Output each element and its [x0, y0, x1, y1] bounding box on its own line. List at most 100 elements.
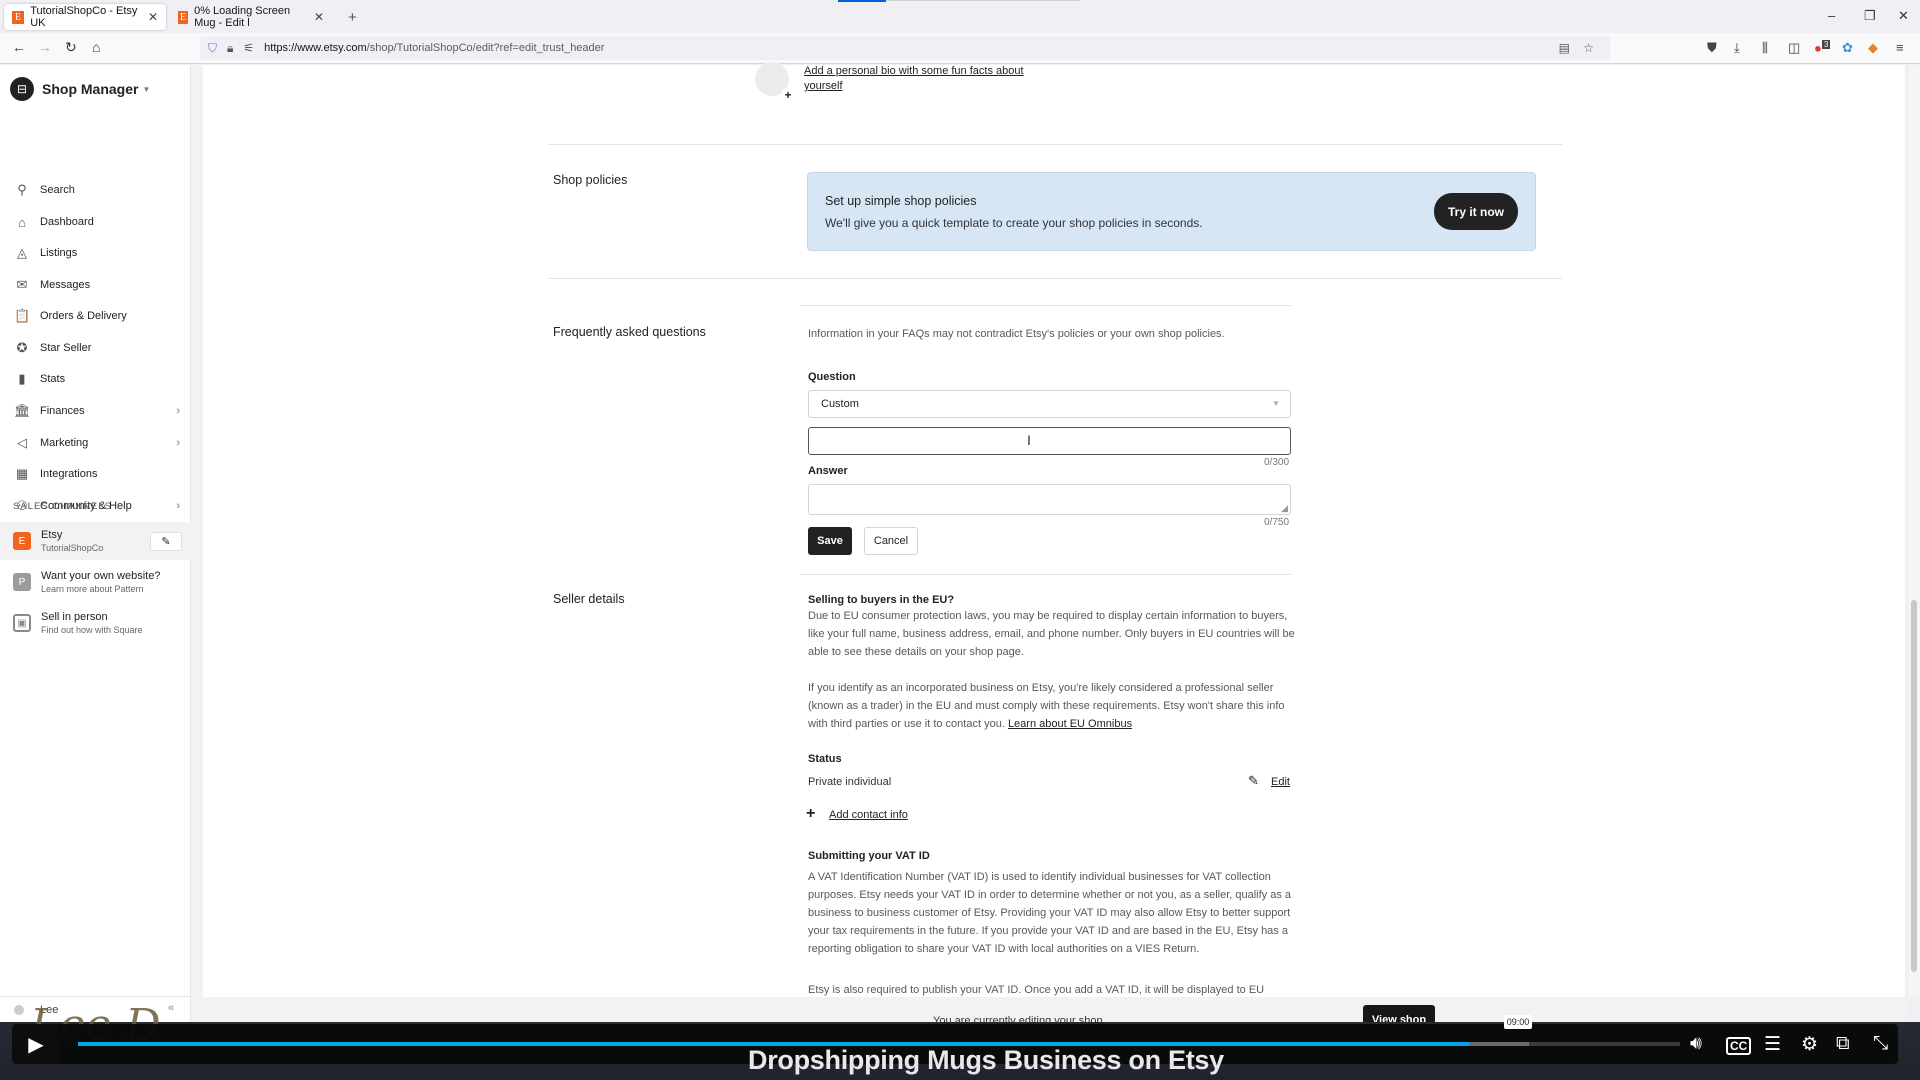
edit-channel-button[interactable]: ✎	[150, 532, 182, 551]
sidebar-item-label: Stats	[40, 373, 66, 385]
sidebar-item-stats[interactable]: ▮ Stats	[14, 367, 180, 391]
sidebar-item-integrations[interactable]: ▦ Integrations	[14, 462, 180, 486]
answer-textarea[interactable]: ◢	[808, 484, 1291, 515]
sidebar-item-label: Star Seller	[40, 342, 92, 354]
browser-tab[interactable]: E 0% Loading Screen Mug - Edit l ✕	[170, 4, 332, 30]
sidebar-item-dashboard[interactable]: ⌂ Dashboard	[14, 210, 180, 234]
answer-label: Answer	[808, 465, 848, 477]
sidebar-toggle-icon[interactable]: ◫	[1788, 40, 1800, 56]
add-photo-icon[interactable]: +	[781, 88, 795, 102]
new-tab-button[interactable]: +	[340, 4, 366, 30]
sidebar-item-finances[interactable]: 🏛 Finances ›	[14, 399, 180, 423]
pencil-icon[interactable]: ✎	[1248, 773, 1259, 789]
sidebar-item-star-seller[interactable]: ✪ Star Seller	[14, 336, 180, 360]
grid-icon: ▦	[15, 466, 29, 481]
cancel-faq-button[interactable]: Cancel	[864, 527, 918, 555]
browser-tab-bar: E TutorialShopCo - Etsy UK ✕ E 0% Loadin…	[0, 0, 1920, 33]
plus-icon[interactable]: +	[806, 805, 815, 823]
owner-avatar-placeholder[interactable]: +	[755, 62, 795, 102]
status-value: Private individual	[808, 776, 892, 788]
back-icon[interactable]: ←	[12, 39, 26, 55]
etsy-favicon-icon: E	[12, 10, 25, 24]
channel-pattern[interactable]: P Want your own website? Learn more abou…	[0, 563, 191, 601]
adblock-extension-icon[interactable]: ● 3	[1814, 40, 1831, 55]
sidebar-gutter	[191, 65, 203, 1022]
url-text[interactable]: https://www.etsy.com/shop/TutorialShopCo…	[264, 42, 604, 54]
question-type-select[interactable]: Custom ▼	[808, 390, 1291, 418]
user-avatar[interactable]	[14, 1005, 24, 1015]
envelope-icon: ✉	[16, 277, 28, 292]
caret-down-icon: ▼	[142, 84, 151, 94]
sidebar-item-messages[interactable]: ✉ Messages	[14, 273, 180, 297]
status-label: Status	[808, 753, 842, 765]
page-loading-indicator	[838, 0, 886, 2]
custom-question-input[interactable]: I	[808, 427, 1291, 455]
sidebar-item-label: Messages	[40, 279, 91, 291]
home-icon[interactable]: ⌂	[92, 39, 100, 55]
close-tab-icon[interactable]: ✕	[314, 10, 324, 24]
megaphone-icon: ◁	[17, 435, 27, 450]
address-bar[interactable]: ⛉ 🔒︎ ⚟ https://www.etsy.com/shop/Tutoria…	[200, 36, 1610, 60]
etsy-favicon-icon: E	[178, 10, 189, 24]
channel-etsy[interactable]: E Etsy TutorialShopCo ✎	[0, 522, 191, 560]
settings-gear-icon[interactable]: ⚙	[1801, 1033, 1818, 1056]
bookmark-star-icon[interactable]: ☆	[1583, 41, 1594, 55]
sidebar-item-listings[interactable]: ◬ Listings	[14, 241, 180, 265]
pocket-icon[interactable]: ⛊	[1707, 40, 1717, 56]
save-faq-button[interactable]: Save	[808, 527, 852, 555]
closed-captions-icon[interactable]: CC	[1726, 1037, 1752, 1055]
channel-square[interactable]: ▣ Sell in person Find out how with Squar…	[0, 604, 191, 642]
sidebar-item-label: Orders & Delivery	[40, 310, 127, 322]
page-loading-track	[886, 0, 1080, 1]
try-it-now-button[interactable]: Try it now	[1434, 193, 1518, 230]
metamask-fox-icon[interactable]: ◆	[1868, 40, 1878, 56]
sidebar-item-orders-delivery[interactable]: 📋 Orders & Delivery	[14, 304, 180, 328]
reader-view-icon[interactable]: ▤	[1559, 41, 1570, 55]
shop-policies-card: Set up simple shop policies We'll give y…	[807, 172, 1536, 251]
color-extension-icon[interactable]: ✿	[1842, 40, 1853, 56]
eu-omnibus-link[interactable]: Learn about EU Omnibus	[1008, 718, 1132, 730]
chevron-right-icon: ›	[176, 437, 180, 449]
edit-status-link[interactable]: Edit	[1271, 776, 1290, 788]
add-bio-link[interactable]: Add a personal bio with some fun facts a…	[804, 64, 1064, 94]
exit-fullscreen-icon[interactable]: ⤡	[1873, 1033, 1888, 1055]
question-type-value: Custom	[821, 398, 859, 410]
home-icon: ⌂	[18, 214, 26, 230]
forward-icon[interactable]: →	[38, 39, 52, 55]
restore-window-button[interactable]: ❐	[1864, 8, 1876, 24]
sales-channels-heading: SALES CHANNELS	[13, 501, 113, 512]
sidebar-item-label: Finances	[40, 405, 85, 417]
volume-icon[interactable]: 🔊︎	[1690, 1033, 1702, 1055]
reload-icon[interactable]: ↻	[65, 39, 77, 56]
browser-tab-active[interactable]: E TutorialShopCo - Etsy UK ✕	[4, 4, 166, 30]
shop-manager-header[interactable]: ⊟ Shop Manager ▼	[10, 77, 150, 101]
picture-in-picture-icon[interactable]: ⧉	[1836, 1033, 1850, 1055]
sidebar-item-marketing[interactable]: ◁ Marketing ›	[14, 431, 180, 455]
hover-time-tooltip: 09:00	[1504, 1015, 1532, 1029]
play-button[interactable]: ▶	[12, 1024, 60, 1064]
trader-info-paragraph: If you identify as an incorporated busin…	[808, 679, 1298, 733]
scrollbar-thumb[interactable]	[1911, 600, 1917, 972]
close-tab-icon[interactable]: ✕	[148, 10, 158, 24]
faq-divider	[800, 574, 1291, 575]
library-icon[interactable]: ⫼	[1762, 40, 1768, 56]
resize-handle-icon[interactable]: ◢	[1281, 503, 1288, 514]
downloads-icon[interactable]: ⤓	[1734, 40, 1740, 56]
faq-info-text: Information in your FAQs may not contrad…	[808, 328, 1225, 340]
close-window-button[interactable]: ✕	[1898, 8, 1909, 24]
channel-title: Want your own website?	[41, 570, 161, 582]
add-contact-info-link[interactable]: Add contact info	[829, 809, 908, 821]
shapes-icon: ◬	[17, 245, 27, 260]
text-cursor-icon: I	[1027, 432, 1031, 448]
pencil-icon: ✎	[161, 536, 171, 548]
sidebar-item-search[interactable]: ⚲ Search	[14, 178, 180, 202]
transcript-search-icon[interactable]: ☰	[1764, 1033, 1781, 1056]
video-title: Dropshipping Mugs Business on Etsy	[748, 1045, 1224, 1075]
minimize-window-button[interactable]: –	[1828, 8, 1835, 23]
bank-icon: 🏛	[14, 403, 31, 418]
etsy-channel-icon: E	[13, 532, 31, 550]
lock-icon[interactable]: 🔒︎	[227, 41, 233, 56]
menu-hamburger-icon[interactable]: ≡	[1896, 40, 1904, 55]
permissions-icon[interactable]: ⚟	[243, 41, 254, 55]
tracking-shield-icon[interactable]: ⛉	[208, 41, 217, 56]
